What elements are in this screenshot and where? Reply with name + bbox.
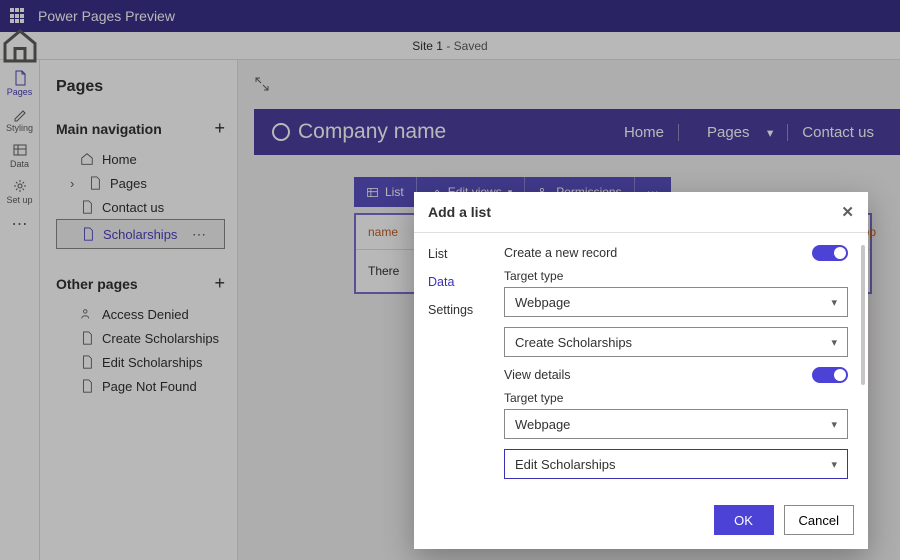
target-type-value-2: Webpage <box>515 417 570 432</box>
ok-button[interactable]: OK <box>714 505 774 535</box>
target-type-select-1[interactable]: Webpage ▾ <box>504 287 848 317</box>
view-details-toggle[interactable] <box>812 367 848 383</box>
tab-data[interactable]: Data <box>428 275 504 289</box>
create-page-value: Create Scholarships <box>515 335 632 350</box>
create-record-toggle[interactable] <box>812 245 848 261</box>
create-page-select[interactable]: Create Scholarships ▾ <box>504 327 848 357</box>
add-list-modal: Add a list ✕ List Data Settings Create a… <box>414 192 868 549</box>
edit-page-select[interactable]: Edit Scholarships ▾ <box>504 449 848 479</box>
cancel-button[interactable]: Cancel <box>784 505 854 535</box>
close-icon[interactable]: ✕ <box>841 203 854 221</box>
create-record-label: Create a new record <box>504 246 617 260</box>
tab-settings[interactable]: Settings <box>428 303 504 317</box>
chevron-down-icon: ▾ <box>831 336 837 349</box>
edit-page-value: Edit Scholarships <box>515 457 615 472</box>
modal-title: Add a list <box>428 204 491 220</box>
chevron-down-icon: ▾ <box>831 458 837 471</box>
target-type-label-2: Target type <box>504 391 848 405</box>
target-type-select-2[interactable]: Webpage ▾ <box>504 409 848 439</box>
modal-form: Create a new record Target type Webpage … <box>504 245 854 495</box>
tab-list[interactable]: List <box>428 247 504 261</box>
target-type-label-1: Target type <box>504 269 848 283</box>
target-type-value-1: Webpage <box>515 295 570 310</box>
view-details-label: View details <box>504 368 570 382</box>
modal-side-tabs: List Data Settings <box>428 245 504 495</box>
scrollbar[interactable] <box>861 245 865 385</box>
chevron-down-icon: ▾ <box>831 296 837 309</box>
chevron-down-icon: ▾ <box>831 418 837 431</box>
